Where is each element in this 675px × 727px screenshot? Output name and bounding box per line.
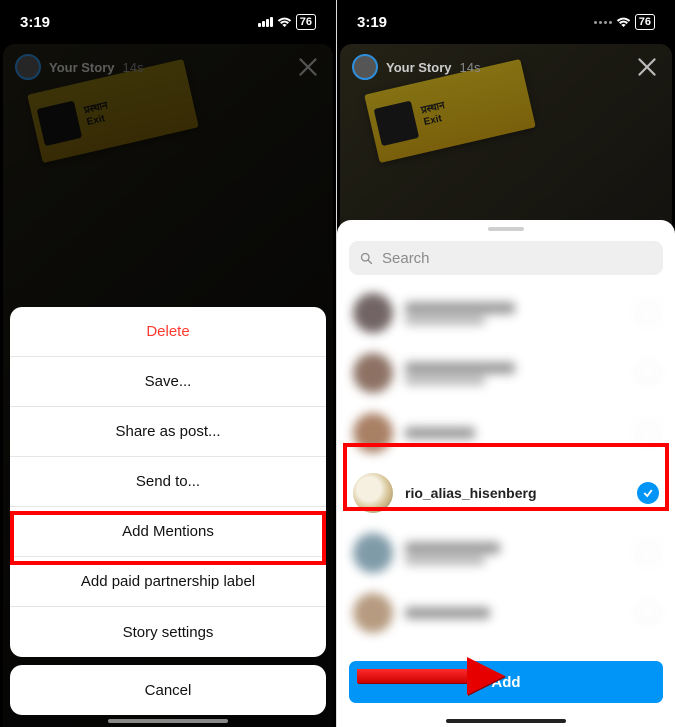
send-to-button[interactable]: Send to... bbox=[10, 457, 326, 507]
list-item[interactable] bbox=[337, 583, 675, 643]
user-list: rio_alias_hisenberg bbox=[337, 283, 675, 651]
search-input[interactable]: Search bbox=[349, 241, 663, 275]
list-item[interactable] bbox=[337, 523, 675, 583]
checkmark-icon[interactable] bbox=[637, 482, 659, 504]
home-indicator bbox=[108, 719, 228, 723]
status-right: 76 bbox=[258, 14, 316, 30]
wifi-icon bbox=[616, 17, 631, 28]
list-item[interactable] bbox=[337, 343, 675, 403]
select-ring[interactable] bbox=[637, 422, 659, 444]
story-header: Your Story 14s bbox=[352, 54, 660, 80]
share-as-post-button[interactable]: Share as post... bbox=[10, 407, 326, 457]
sheet-grabber[interactable] bbox=[488, 227, 524, 231]
list-item[interactable] bbox=[337, 403, 675, 463]
select-ring[interactable] bbox=[637, 542, 659, 564]
avatar bbox=[353, 473, 393, 513]
select-ring[interactable] bbox=[637, 602, 659, 624]
search-icon bbox=[359, 251, 374, 266]
battery-icon: 76 bbox=[296, 14, 316, 30]
user-name: rio_alias_hisenberg bbox=[405, 485, 537, 501]
status-bar: 3:19 76 bbox=[337, 0, 675, 44]
status-time: 3:19 bbox=[20, 14, 50, 31]
home-indicator bbox=[446, 719, 566, 723]
action-sheet: Delete Save... Share as post... Send to.… bbox=[10, 307, 326, 715]
screenshot-right: 3:19 76 प्रस्थानExit Your Story 14s bbox=[337, 0, 675, 727]
list-item[interactable] bbox=[337, 283, 675, 343]
cancel-button[interactable]: Cancel bbox=[10, 665, 326, 715]
battery-icon: 76 bbox=[635, 14, 655, 30]
screenshot-left: 3:19 76 प्रस्थानExit Your Story 14s bbox=[0, 0, 337, 727]
story-settings-button[interactable]: Story settings bbox=[10, 607, 326, 657]
add-mentions-button[interactable]: Add Mentions bbox=[10, 507, 326, 557]
cellular-signal-icon bbox=[258, 17, 273, 27]
status-time: 3:19 bbox=[357, 14, 387, 31]
select-ring[interactable] bbox=[637, 302, 659, 324]
close-icon[interactable] bbox=[634, 54, 660, 80]
add-button[interactable]: Add bbox=[349, 661, 663, 703]
add-paid-partnership-button[interactable]: Add paid partnership label bbox=[10, 557, 326, 607]
status-dots-icon bbox=[594, 21, 612, 24]
list-item-selected[interactable]: rio_alias_hisenberg bbox=[337, 463, 675, 523]
search-placeholder: Search bbox=[382, 250, 430, 267]
wifi-icon bbox=[277, 17, 292, 28]
delete-button[interactable]: Delete bbox=[10, 307, 326, 357]
story-title: Your Story bbox=[386, 60, 452, 75]
save-button[interactable]: Save... bbox=[10, 357, 326, 407]
status-bar: 3:19 76 bbox=[0, 0, 336, 44]
select-ring[interactable] bbox=[637, 362, 659, 384]
mentions-sheet: Search bbox=[337, 220, 675, 727]
story-age: 14s bbox=[460, 60, 481, 75]
status-right: 76 bbox=[594, 14, 655, 30]
avatar[interactable] bbox=[352, 54, 378, 80]
